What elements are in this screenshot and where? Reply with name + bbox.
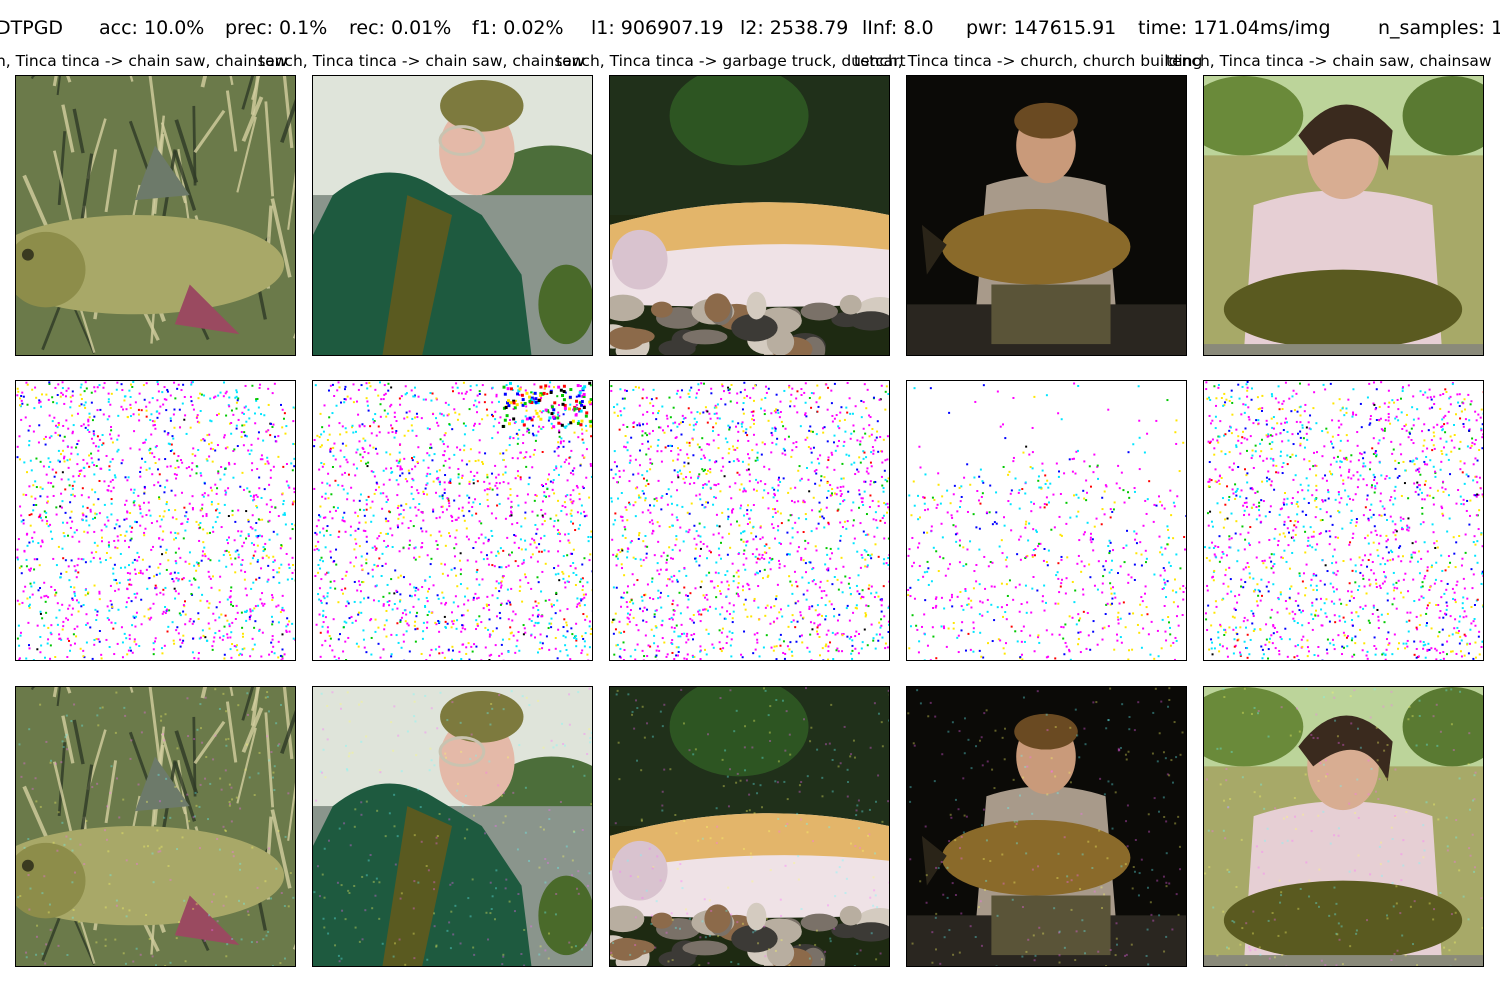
adversarial-image-graphic bbox=[16, 687, 295, 966]
original-image-graphic bbox=[313, 76, 592, 355]
perturbation-image-graphic bbox=[16, 381, 295, 660]
original-image-2 bbox=[312, 75, 593, 356]
original-image-graphic bbox=[610, 76, 889, 355]
adversarial-image-graphic bbox=[907, 687, 1186, 966]
original-image-graphic bbox=[907, 76, 1186, 355]
original-image-1 bbox=[15, 75, 296, 356]
adversarial-image-4 bbox=[906, 686, 1187, 967]
perturbation-image-2 bbox=[312, 380, 593, 661]
perturbation-image-graphic bbox=[907, 381, 1186, 660]
adversarial-image-3 bbox=[609, 686, 890, 967]
original-image-5 bbox=[1203, 75, 1484, 356]
adversarial-image-graphic bbox=[610, 687, 889, 966]
adversarial-image-1 bbox=[15, 686, 296, 967]
original-image-3 bbox=[609, 75, 890, 356]
perturbation-image-3 bbox=[609, 380, 890, 661]
perturbation-image-graphic bbox=[610, 381, 889, 660]
original-image-graphic bbox=[1204, 76, 1483, 355]
perturbation-image-1 bbox=[15, 380, 296, 661]
perturbation-image-5 bbox=[1203, 380, 1484, 661]
perturbation-image-4 bbox=[906, 380, 1187, 661]
image-grid bbox=[0, 0, 1500, 1000]
original-image-4 bbox=[906, 75, 1187, 356]
perturbation-image-graphic bbox=[1204, 381, 1483, 660]
adversarial-image-2 bbox=[312, 686, 593, 967]
original-image-graphic bbox=[16, 76, 295, 355]
adversarial-image-5 bbox=[1203, 686, 1484, 967]
adversarial-image-graphic bbox=[313, 687, 592, 966]
perturbation-image-graphic bbox=[313, 381, 592, 660]
adversarial-image-graphic bbox=[1204, 687, 1483, 966]
